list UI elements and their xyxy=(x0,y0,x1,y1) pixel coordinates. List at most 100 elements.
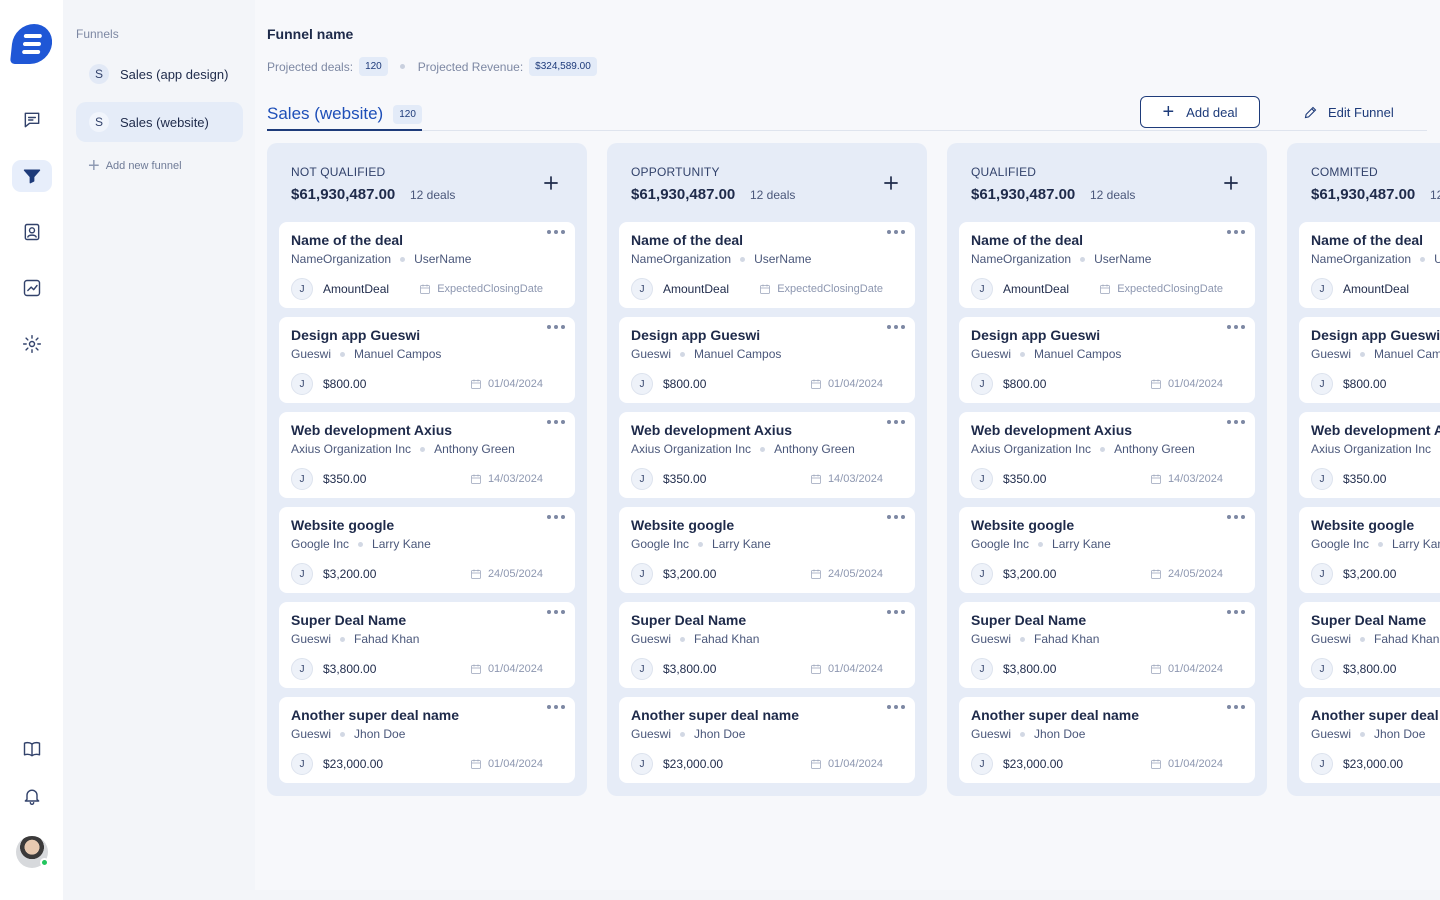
deal-amount: $350.00 xyxy=(1003,472,1047,486)
bell-icon[interactable] xyxy=(12,780,52,812)
deal-footer: J $3,200.00 24/05/2024 xyxy=(631,563,883,585)
calendar-icon xyxy=(1151,569,1161,579)
deal-organization: Gueswi xyxy=(631,632,672,646)
deal-card[interactable]: Name of the deal NameOrganization UserNa… xyxy=(619,222,915,308)
deal-card[interactable]: Web development Axius Axius Organization… xyxy=(1299,412,1440,498)
deal-card[interactable]: Website google Google Inc Larry Kane J $… xyxy=(959,507,1255,593)
deal-card[interactable]: Name of the deal NameOrganization UserNa… xyxy=(279,222,575,308)
more-options-icon[interactable] xyxy=(547,515,565,519)
user-avatar-chip: J xyxy=(631,563,653,585)
deal-card[interactable]: Super Deal Name Gueswi Fahad Khan J $3,8… xyxy=(959,602,1255,688)
edit-funnel-button[interactable]: Edit Funnel xyxy=(1303,96,1394,128)
deal-amount: $3,800.00 xyxy=(323,662,377,676)
deal-card[interactable]: Design app Gueswi Gueswi Manuel Campos J… xyxy=(279,317,575,403)
tab-sales-website[interactable]: Sales (website) 120 xyxy=(267,99,422,131)
add-deal-to-column-button[interactable] xyxy=(1219,171,1243,195)
more-options-icon[interactable] xyxy=(1227,230,1245,234)
deal-card[interactable]: Another super deal name Gueswi Jhon Doe … xyxy=(959,697,1255,783)
deal-user: Larry Kane xyxy=(372,537,431,551)
book-icon[interactable] xyxy=(12,733,52,765)
add-deal-button[interactable]: + Add deal xyxy=(1140,96,1260,128)
more-options-icon[interactable] xyxy=(547,230,565,234)
deal-footer: J $350.00 14/03/2024 xyxy=(631,468,883,490)
add-deal-to-column-button[interactable] xyxy=(879,171,903,195)
reports-chart-icon[interactable] xyxy=(12,272,52,304)
separator-dot xyxy=(1020,351,1026,357)
user-avatar-chip: J xyxy=(1311,563,1333,585)
deal-card[interactable]: Super Deal Name Gueswi Fahad Khan J $3,8… xyxy=(279,602,575,688)
chat-icon[interactable] xyxy=(12,104,52,136)
deal-title: Super Deal Name xyxy=(631,612,747,628)
deal-title: Website google xyxy=(1311,517,1415,533)
user-avatar-chip: J xyxy=(631,278,653,300)
deal-meta: Axius Organization Inc Anthony Green xyxy=(291,442,515,456)
deal-card[interactable]: Name of the deal NameOrganization UserNa… xyxy=(959,222,1255,308)
more-options-icon[interactable] xyxy=(887,610,905,614)
pipeline-column: QUALIFIED $61,930,487.00 12 deals Name o… xyxy=(947,143,1267,796)
sidebar-item-sales-website[interactable]: S Sales (website) xyxy=(76,102,243,142)
more-options-icon[interactable] xyxy=(887,230,905,234)
user-avatar-chip: J xyxy=(1311,373,1333,395)
deal-title: Website google xyxy=(291,517,395,533)
deal-card[interactable]: Design app Gueswi Gueswi Manuel Campos J… xyxy=(1299,317,1440,403)
add-deal-to-column-button[interactable] xyxy=(539,171,563,195)
contacts-icon[interactable] xyxy=(12,216,52,248)
deal-amount: $23,000.00 xyxy=(1343,757,1404,771)
more-options-icon[interactable] xyxy=(547,705,565,709)
deal-card[interactable]: Another super deal name Gueswi Jhon Doe … xyxy=(619,697,915,783)
deal-card[interactable]: Web development Axius Axius Organization… xyxy=(959,412,1255,498)
deal-date-text: 01/04/2024 xyxy=(487,663,543,675)
pencil-icon xyxy=(1304,106,1317,118)
more-options-icon[interactable] xyxy=(1227,705,1245,709)
deal-card[interactable]: Website google Google Inc Larry Kane J $… xyxy=(279,507,575,593)
more-options-icon[interactable] xyxy=(547,420,565,424)
deal-card[interactable]: Super Deal Name Gueswi Fahad Khan J $3,8… xyxy=(619,602,915,688)
settings-gear-icon[interactable] xyxy=(12,328,52,360)
projected-deals-label: Projected deals: xyxy=(267,59,354,74)
deal-card[interactable]: Another super deal name Gueswi Jhon Doe … xyxy=(279,697,575,783)
deal-amount: $3,800.00 xyxy=(1003,662,1057,676)
deal-amount: $350.00 xyxy=(1343,472,1387,486)
deal-card[interactable]: Another super deal name Gueswi Jhon Doe … xyxy=(1299,697,1440,783)
more-options-icon[interactable] xyxy=(1227,325,1245,329)
calendar-icon xyxy=(1100,284,1111,294)
deal-meta: Gueswi Manuel Campos xyxy=(291,347,441,361)
deal-footer: J $800.00 01/04/2024 xyxy=(1311,373,1440,395)
deal-card[interactable]: Web development Axius Axius Organization… xyxy=(619,412,915,498)
add-new-funnel-button[interactable]: + Add new funnel xyxy=(88,156,182,176)
deal-closing-date: 01/04/2024 xyxy=(1150,378,1223,390)
more-options-icon[interactable] xyxy=(887,515,905,519)
deal-user: UserName xyxy=(754,252,812,266)
deal-card[interactable]: Website google Google Inc Larry Kane J $… xyxy=(619,507,915,593)
more-options-icon[interactable] xyxy=(1227,420,1245,424)
deal-card[interactable]: Design app Gueswi Gueswi Manuel Campos J… xyxy=(619,317,915,403)
deal-card[interactable]: Design app Gueswi Gueswi Manuel Campos J… xyxy=(959,317,1255,403)
deal-meta: NameOrganization UserName xyxy=(291,252,471,266)
more-options-icon[interactable] xyxy=(1227,515,1245,519)
separator-dot xyxy=(400,256,406,262)
more-options-icon[interactable] xyxy=(887,325,905,329)
deal-card[interactable]: Website google Google Inc Larry Kane J $… xyxy=(1299,507,1440,593)
more-options-icon[interactable] xyxy=(547,325,565,329)
deal-date-text: 14/03/2024 xyxy=(827,473,883,485)
column-deal-count: 12 deals xyxy=(750,188,796,202)
funnel-icon[interactable] xyxy=(12,160,52,192)
more-options-icon[interactable] xyxy=(887,420,905,424)
avatar[interactable] xyxy=(16,836,49,868)
deal-organization: Gueswi xyxy=(971,347,1012,361)
more-options-icon[interactable] xyxy=(1227,610,1245,614)
deal-card[interactable]: Super Deal Name Gueswi Fahad Khan J $3,8… xyxy=(1299,602,1440,688)
tab-label: Sales (website) xyxy=(267,104,384,123)
calendar-icon xyxy=(420,284,431,294)
projected-deals-badge: 120 xyxy=(359,57,388,76)
deal-user: Fahad Khan xyxy=(1034,632,1100,646)
deal-meta: Gueswi Jhon Doe xyxy=(291,727,405,741)
more-options-icon[interactable] xyxy=(887,705,905,709)
app-logo-icon[interactable] xyxy=(9,24,55,64)
deal-card[interactable]: Web development Axius Axius Organization… xyxy=(279,412,575,498)
pipeline-column: NOT QUALIFIED $61,930,487.00 12 deals Na… xyxy=(267,143,587,796)
separator-dot xyxy=(1360,731,1366,737)
sidebar-item-sales-app-design[interactable]: S Sales (app design) xyxy=(76,54,243,94)
deal-card[interactable]: Name of the deal NameOrganization UserNa… xyxy=(1299,222,1440,308)
more-options-icon[interactable] xyxy=(547,610,565,614)
